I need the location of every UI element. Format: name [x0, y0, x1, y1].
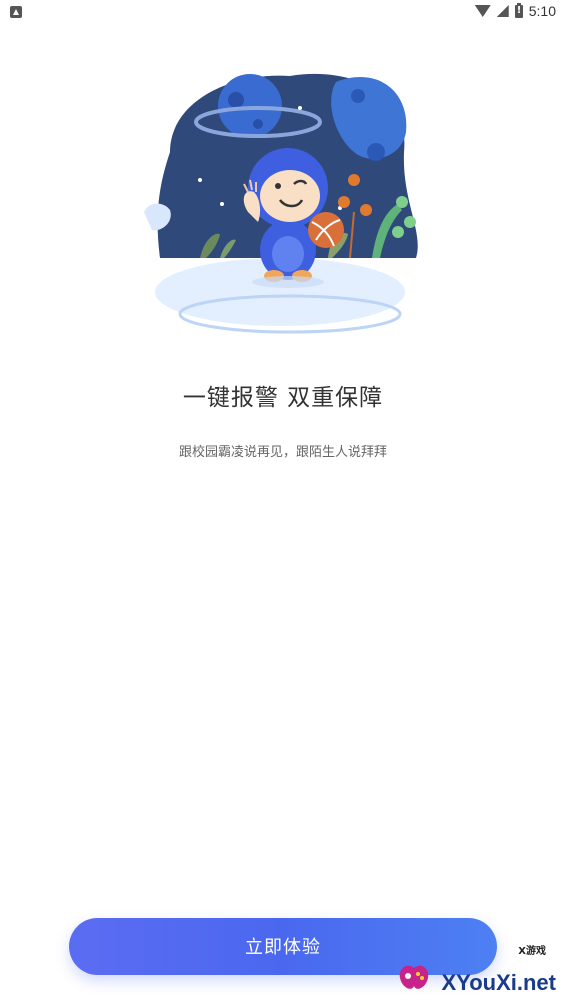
status-bar: 5:10	[0, 0, 566, 26]
watermark-small-text: X游戏	[518, 946, 546, 957]
status-time: 5:10	[528, 3, 556, 19]
cell-signal-icon	[496, 5, 509, 17]
battery-icon	[514, 2, 523, 18]
subline: 跟校园霸凌说再见，跟陌生人说拜拜	[178, 445, 387, 460]
gamepad-logo-icon	[399, 965, 429, 989]
onboarding-illustration	[144, 73, 418, 334]
headline: 一键报警 双重保障	[182, 385, 384, 411]
watermark: X游戏 XYouXi.net	[390, 940, 560, 1002]
watermark-site-text: XYouXi.net	[441, 970, 557, 995]
onboarding-screen: 5:10	[0, 0, 566, 1006]
status-indicators: 5:10	[474, 2, 556, 19]
wifi-icon	[474, 5, 491, 17]
notification-icon	[10, 6, 22, 18]
